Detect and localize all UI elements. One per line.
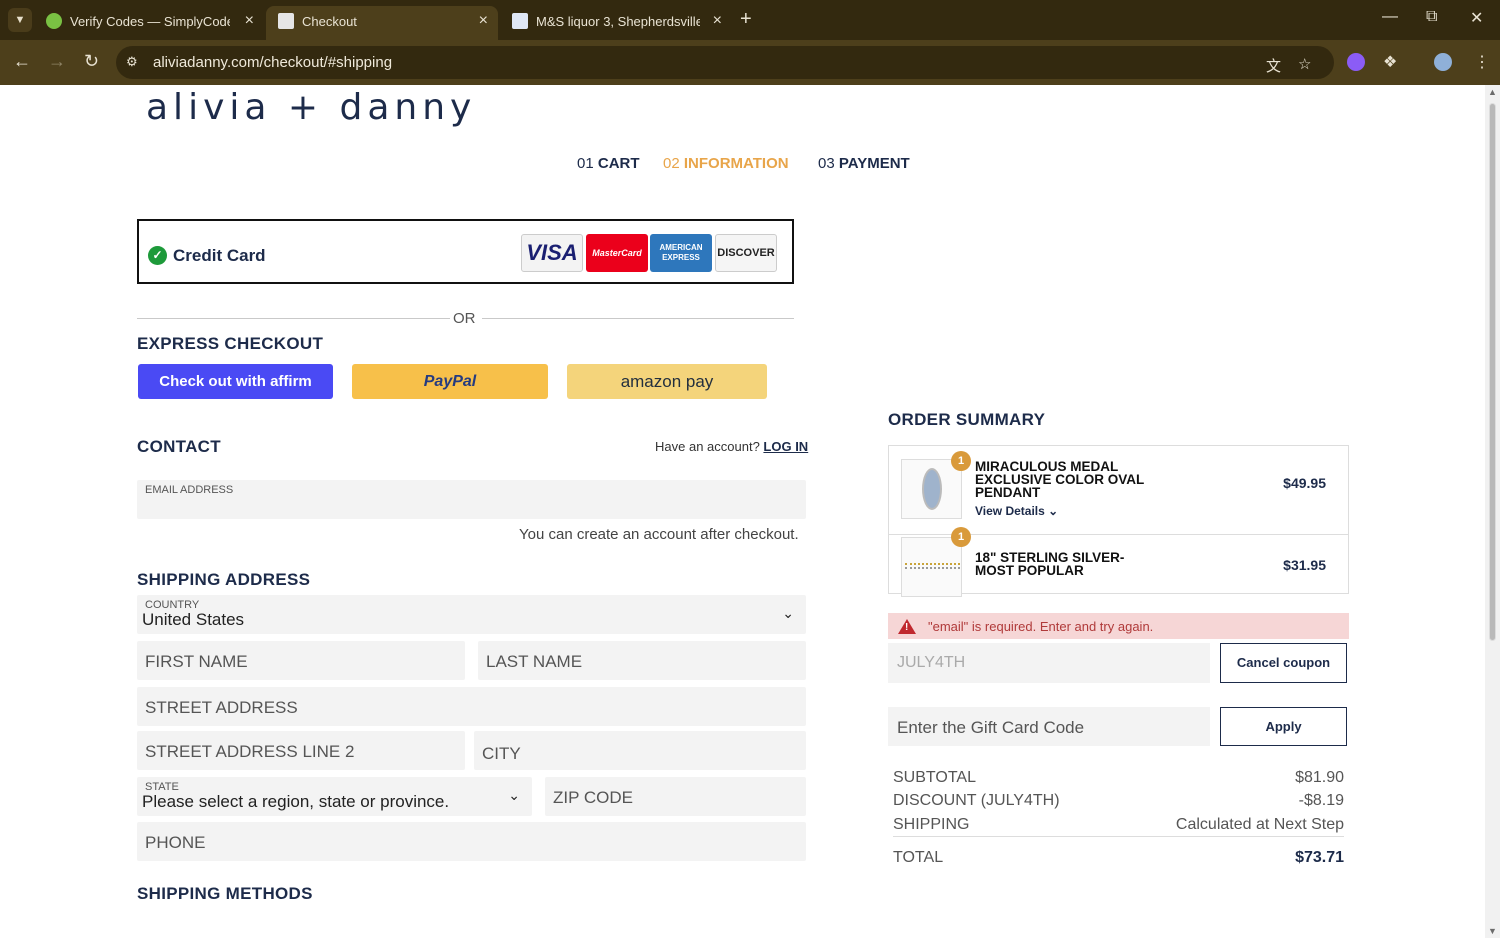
scroll-up-icon[interactable]: ▲ (1488, 87, 1497, 97)
discount-row: DISCOUNT (JULY4TH) -$8.19 (893, 792, 1344, 809)
login-link[interactable]: LOG IN (763, 439, 808, 454)
visa-logo: VISA (521, 234, 583, 272)
street-address-line2-field[interactable]: STREET ADDRESS LINE 2 (137, 731, 465, 770)
gift-card-field[interactable]: Enter the Gift Card Code (888, 707, 1210, 746)
amazon-pay-button[interactable]: amazon pay (567, 364, 767, 399)
divider (482, 318, 794, 319)
reload-icon[interactable]: ↻ (84, 51, 99, 72)
browser-toolbar: ← → ↻ ⚙ aliviadanny.com/checkout/#shippi… (0, 40, 1500, 85)
cancel-coupon-button[interactable]: Cancel coupon (1220, 643, 1347, 683)
browser-tab-bar: ▼ Verify Codes — SimplyCodes × Checkout … (0, 0, 1500, 40)
close-tab-icon[interactable]: × (245, 12, 254, 30)
step-payment[interactable]: 03 PAYMENT (818, 155, 910, 172)
back-icon[interactable]: ← (13, 51, 31, 72)
simplycodes-favicon-icon (46, 13, 62, 29)
bookmark-star-icon[interactable]: ☆ (1298, 55, 1311, 73)
order-item: 1 18" STERLING SILVER-MOST POPULAR $31.9… (889, 527, 1348, 597)
or-text: OR (453, 310, 476, 327)
shipping-row: SHIPPING Calculated at Next Step (893, 816, 1344, 833)
mastercard-logo: MasterCard (586, 234, 648, 272)
checkout-page: alivia + danny 01 CART 02 INFORMATION 03… (0, 85, 1485, 938)
restore-icon[interactable]: ⧉ (1426, 8, 1437, 26)
translate-icon[interactable]: 文 (1266, 55, 1281, 76)
shipping-address-title: SHIPPING ADDRESS (137, 570, 311, 589)
credit-card-option[interactable]: ✓ Credit Card VISA MasterCard AMERICAN E… (137, 219, 794, 284)
extensions-puzzle-icon[interactable]: ❖ (1383, 52, 1397, 72)
zip-code-field[interactable]: ZIP CODE (545, 777, 806, 816)
first-name-field[interactable]: FIRST NAME (137, 641, 465, 680)
order-item: 1 MIRACULOUS MEDAL EXCLUSIVE COLOR OVAL … (889, 446, 1348, 534)
address-bar[interactable]: ⚙ aliviadanny.com/checkout/#shipping 文 ☆ (116, 46, 1334, 79)
account-helper-text: You can create an account after checkout… (519, 526, 799, 543)
credit-card-label: Credit Card (173, 246, 266, 265)
store-favicon-icon (512, 13, 528, 29)
item-price: $49.95 (1283, 475, 1326, 491)
chevron-down-icon: ⌄ (782, 605, 794, 621)
page-scrollbar[interactable]: ▲ ▼ (1485, 85, 1500, 938)
shipping-methods-title: SHIPPING METHODS (137, 884, 313, 903)
profile-avatar-icon[interactable] (1434, 53, 1452, 71)
view-details-toggle[interactable]: View Details ⌄ (975, 504, 1058, 518)
close-window-icon[interactable]: ✕ (1470, 8, 1483, 28)
tab-search-chevron-icon[interactable]: ▼ (8, 8, 32, 32)
pendant-thumbnail (901, 459, 962, 519)
scroll-down-icon[interactable]: ▼ (1488, 926, 1497, 936)
amex-logo: AMERICAN EXPRESS (650, 234, 712, 272)
affirm-checkout-button[interactable]: Check out with affirm (138, 364, 333, 399)
have-account-line: Have an account? LOG IN (655, 439, 809, 454)
last-name-field[interactable]: LAST NAME (478, 641, 806, 680)
forward-icon[interactable]: → (48, 51, 66, 72)
url-text: aliviadanny.com/checkout/#shipping (153, 54, 393, 71)
step-information[interactable]: 02 INFORMATION (663, 155, 789, 172)
order-items-box: 1 MIRACULOUS MEDAL EXCLUSIVE COLOR OVAL … (888, 445, 1349, 597)
extension-icon[interactable] (1347, 53, 1365, 71)
tab-checkout[interactable]: Checkout × (266, 6, 498, 40)
quantity-badge: 1 (951, 527, 971, 547)
new-tab-icon[interactable]: + (740, 8, 752, 31)
tab-title: M&S liquor 3, Shepherdsville, K (536, 14, 700, 29)
chevron-down-icon: ⌄ (508, 787, 520, 803)
minimize-icon[interactable]: — (1382, 8, 1398, 26)
street-address-field[interactable]: STREET ADDRESS (137, 687, 806, 726)
tab-verify-codes[interactable]: Verify Codes — SimplyCodes × (34, 6, 264, 40)
apply-gift-card-button[interactable]: Apply (1220, 707, 1347, 746)
chevron-down-icon: ⌄ (1048, 504, 1059, 518)
country-select[interactable]: COUNTRY United States ⌄ (137, 595, 806, 634)
paypal-button[interactable]: PayPal (352, 364, 548, 399)
item-price: $31.95 (1283, 557, 1326, 573)
checkout-favicon-icon (278, 13, 294, 29)
site-info-icon[interactable]: ⚙ (126, 54, 138, 70)
item-name: MIRACULOUS MEDAL EXCLUSIVE COLOR OVAL PE… (975, 459, 1145, 500)
coupon-field[interactable]: JULY4TH (888, 643, 1210, 683)
close-tab-icon[interactable]: × (713, 12, 722, 30)
scrollbar-thumb[interactable] (1489, 103, 1496, 641)
quantity-badge: 1 (951, 451, 971, 471)
total-row: TOTAL $73.71 (893, 849, 1344, 866)
check-circle-icon: ✓ (148, 246, 167, 265)
order-summary-title: ORDER SUMMARY (888, 410, 1046, 429)
error-message: ! "email" is required. Enter and try aga… (888, 613, 1349, 639)
contact-title: CONTACT (137, 437, 221, 456)
menu-kebab-icon[interactable]: ⋮ (1474, 52, 1490, 72)
state-select[interactable]: STATE Please select a region, state or p… (137, 777, 532, 816)
discover-logo: DISCOVER (715, 234, 777, 272)
tab-title: Verify Codes — SimplyCodes (70, 14, 230, 29)
chain-thumbnail (901, 537, 962, 597)
divider (893, 836, 1344, 837)
item-name: 18" STERLING SILVER-MOST POPULAR (975, 550, 1125, 578)
phone-field[interactable]: PHONE (137, 822, 806, 861)
express-checkout-title: EXPRESS CHECKOUT (137, 334, 324, 353)
subtotal-row: SUBTOTAL $81.90 (893, 769, 1344, 786)
brand-logo[interactable]: alivia + danny (146, 87, 476, 128)
divider (137, 318, 450, 319)
step-cart[interactable]: 01 CART (577, 155, 640, 172)
email-field[interactable]: EMAIL ADDRESS (137, 480, 806, 519)
tab-ms-liquor[interactable]: M&S liquor 3, Shepherdsville, K × (500, 6, 732, 40)
city-field[interactable]: CITY (474, 731, 806, 770)
tab-title: Checkout (302, 14, 357, 29)
close-tab-icon[interactable]: × (479, 12, 488, 30)
